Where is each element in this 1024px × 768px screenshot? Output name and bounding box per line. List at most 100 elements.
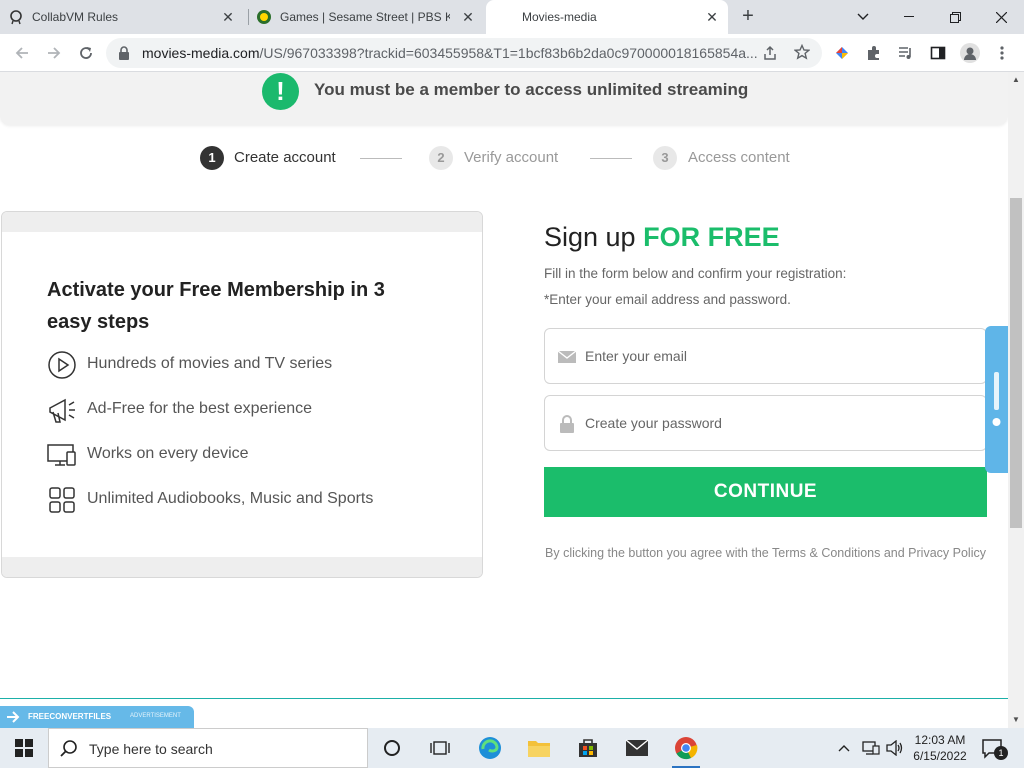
collabvm-favicon-icon [8, 9, 24, 25]
step-number: 2 [429, 146, 453, 170]
signup-note: *Enter your email address and password. [544, 292, 791, 307]
task-switcher-icon[interactable] [420, 732, 460, 764]
volume-icon[interactable] [886, 728, 906, 768]
url-text: movies-media.com/US/967033398?trackid=60… [142, 45, 758, 61]
bookmark-star-icon[interactable] [793, 43, 811, 65]
network-icon[interactable] [862, 728, 882, 768]
password-input[interactable] [585, 411, 975, 435]
ad-logo-icon [6, 710, 22, 729]
media-control-icon[interactable] [894, 41, 918, 65]
file-explorer-icon[interactable] [519, 732, 559, 764]
card-heading: Activate your Free Membership in 3 easy … [47, 279, 385, 333]
step-connector [590, 158, 632, 159]
advertisement-banner[interactable]: FREECONVERTFILES ADVERTISEMENT [0, 706, 194, 728]
signup-title: Sign up FOR FREE [544, 222, 780, 252]
tab-close-icon[interactable]: ✕ [704, 9, 720, 25]
scrollbar-thumb[interactable] [1010, 198, 1022, 528]
envelope-icon [557, 347, 577, 367]
minimize-button[interactable] [886, 0, 932, 34]
start-button[interactable] [0, 728, 48, 768]
extensions-puzzle-icon[interactable] [862, 41, 886, 65]
back-button[interactable] [10, 41, 34, 65]
side-feedback-tab[interactable] [985, 326, 1008, 473]
step-label: Create account [234, 149, 336, 166]
side-panel-icon[interactable] [926, 41, 950, 65]
address-bar[interactable]: movies-media.com/US/967033398?trackid=60… [106, 38, 822, 68]
continue-button[interactable]: CONTINUE [544, 467, 987, 517]
step-label: Verify account [464, 149, 559, 166]
terms-text[interactable]: By clicking the button you agree with th… [544, 546, 987, 560]
menu-kebab-icon[interactable] [990, 41, 1014, 65]
restore-button[interactable] [932, 0, 978, 34]
tab-search-icon[interactable] [840, 0, 886, 34]
feature-item: Unlimited Audiobooks, Music and Sports [47, 485, 467, 515]
tab-divider [248, 9, 249, 25]
tab-pbs-kids[interactable]: Games | Sesame Street | PBS KIDS ✕ [256, 0, 484, 34]
tab-movies-media[interactable]: Movies-media ✕ [486, 0, 728, 34]
reload-button[interactable] [74, 41, 98, 65]
browser-toolbar: movies-media.com/US/967033398?trackid=60… [0, 34, 1024, 72]
ad-label: ADVERTISEMENT [130, 713, 181, 719]
play-icon [47, 350, 77, 380]
page-scrollbar[interactable]: ▲ ▼ [1008, 72, 1024, 728]
ad-brand: FREECONVERTFILES [28, 712, 112, 721]
membership-banner: ! You must be a member to access unlimit… [0, 72, 1008, 125]
edge-browser-icon[interactable] [470, 732, 510, 764]
close-window-button[interactable] [978, 0, 1024, 34]
mail-icon[interactable] [617, 732, 657, 764]
feature-text: Hundreds of movies and TV series [87, 355, 333, 372]
tab-collabvm[interactable]: CollabVM Rules ✕ [8, 0, 244, 34]
new-tab-button[interactable]: + [737, 6, 759, 28]
forward-button[interactable] [42, 41, 66, 65]
clock-date: 6/15/2022 [913, 749, 967, 763]
grid-icon [47, 485, 77, 515]
search-placeholder: Type here to search [89, 741, 213, 757]
password-field[interactable] [544, 395, 987, 451]
chrome-icon[interactable] [666, 732, 706, 768]
tab-close-icon[interactable]: ✕ [220, 9, 236, 25]
extension-arrow-icon[interactable] [830, 41, 854, 65]
step-connector [360, 158, 402, 159]
email-field[interactable] [544, 328, 987, 384]
taskbar-search[interactable]: Type here to search [48, 728, 368, 768]
card-top-bar [2, 212, 482, 232]
search-icon [59, 739, 79, 759]
step-number: 3 [653, 146, 677, 170]
tab-title: CollabVM Rules [32, 10, 119, 24]
step-number: 1 [200, 146, 224, 170]
signup-steps: 1 Create account 2 Verify account 3 Acce… [0, 146, 1008, 172]
signup-instructions: Fill in the form below and confirm your … [544, 266, 847, 281]
windows-taskbar: Type here to search 12:03 AM 6/15/2022 1 [0, 728, 1024, 768]
tab-title: Movies-media [522, 10, 597, 24]
tab-title: Games | Sesame Street | PBS KIDS [280, 10, 450, 24]
share-icon[interactable] [762, 45, 778, 66]
scroll-up-arrow-icon[interactable]: ▲ [1010, 74, 1022, 86]
feature-item: Works on every device [47, 440, 467, 470]
alert-icon: ! [262, 73, 299, 110]
clock-time: 12:03 AM [914, 733, 966, 747]
windows-logo-icon [15, 739, 33, 757]
feature-text: Ad-Free for the best experience [87, 400, 313, 417]
membership-card: Activate your Free Membership in 3 easy … [1, 211, 483, 578]
page-content: ! You must be a member to access unlimit… [0, 72, 1008, 728]
feature-item: Ad-Free for the best experience [47, 395, 467, 425]
tab-close-icon[interactable]: ✕ [460, 9, 476, 25]
feature-item: Hundreds of movies and TV series [47, 350, 467, 380]
footer-divider [0, 698, 1008, 699]
task-view-icon[interactable] [372, 732, 412, 764]
lock-icon[interactable] [118, 46, 130, 65]
feature-text: Works on every device [87, 445, 249, 462]
devices-icon [47, 440, 77, 470]
store-icon[interactable] [568, 732, 608, 764]
feature-text: Unlimited Audiobooks, Music and Sports [87, 490, 374, 507]
notification-center-icon[interactable]: 1 [980, 736, 1008, 760]
tray-chevron-icon[interactable] [838, 728, 854, 768]
taskbar-clock[interactable]: 12:03 AM 6/15/2022 [912, 732, 968, 764]
email-input[interactable] [585, 344, 975, 368]
pbs-favicon-icon [256, 9, 272, 25]
banner-message: You must be a member to access unlimited… [314, 80, 749, 99]
notification-count: 1 [994, 746, 1008, 760]
megaphone-icon [47, 395, 77, 425]
profile-avatar-icon[interactable] [958, 41, 982, 65]
scroll-down-arrow-icon[interactable]: ▼ [1010, 714, 1022, 726]
